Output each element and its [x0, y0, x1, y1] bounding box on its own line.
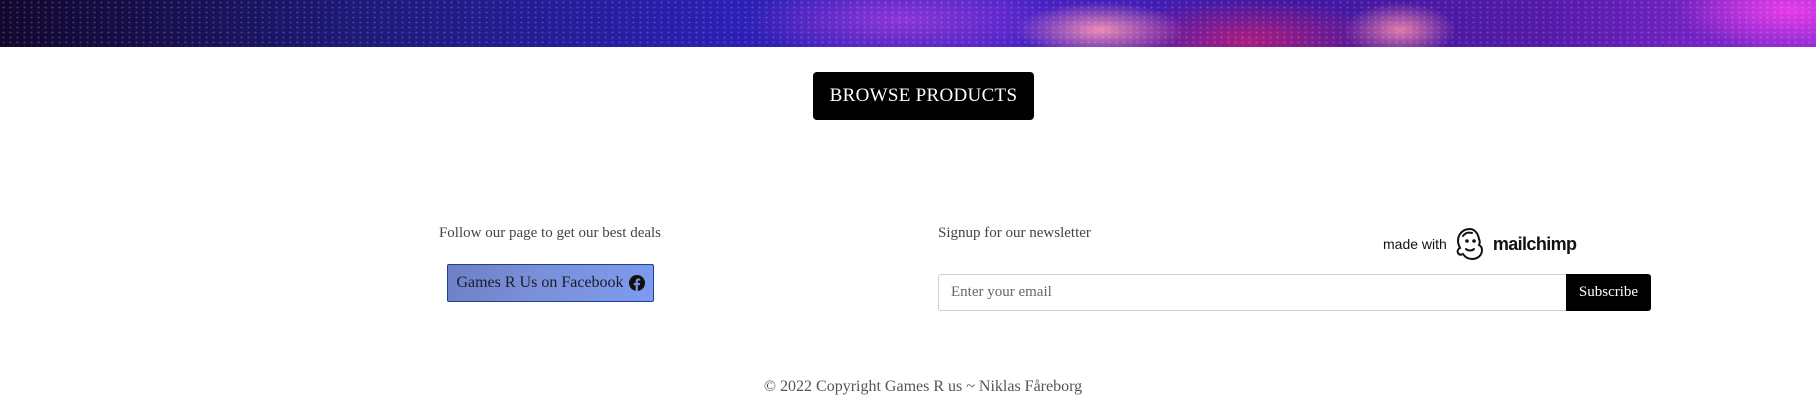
- mailchimp-badge-brand: mailchimp: [1492, 233, 1577, 254]
- subscribe-button[interactable]: Subscribe: [1566, 274, 1651, 311]
- newsletter-email-input[interactable]: [938, 274, 1566, 311]
- facebook-follow-text: Follow our page to get our best deals: [438, 225, 662, 241]
- hero-banner-image: [0, 0, 1816, 47]
- mailchimp-badge-prefix: made with: [1383, 236, 1447, 252]
- browse-products-button[interactable]: BROWSE PRODUCTS: [813, 72, 1034, 120]
- copyright-text: © 2022 Copyright Games R us ~ Niklas Får…: [763, 378, 1083, 395]
- facebook-page-button[interactable]: Games R Us on Facebook: [447, 264, 654, 302]
- facebook-button-label: Games R Us on Facebook: [456, 274, 624, 291]
- facebook-icon: [628, 275, 645, 291]
- newsletter-title: Signup for our newsletter: [938, 225, 1091, 241]
- mailchimp-logo-icon: [1456, 227, 1483, 261]
- mailchimp-badge[interactable]: made with mailchimp: [1383, 226, 1577, 262]
